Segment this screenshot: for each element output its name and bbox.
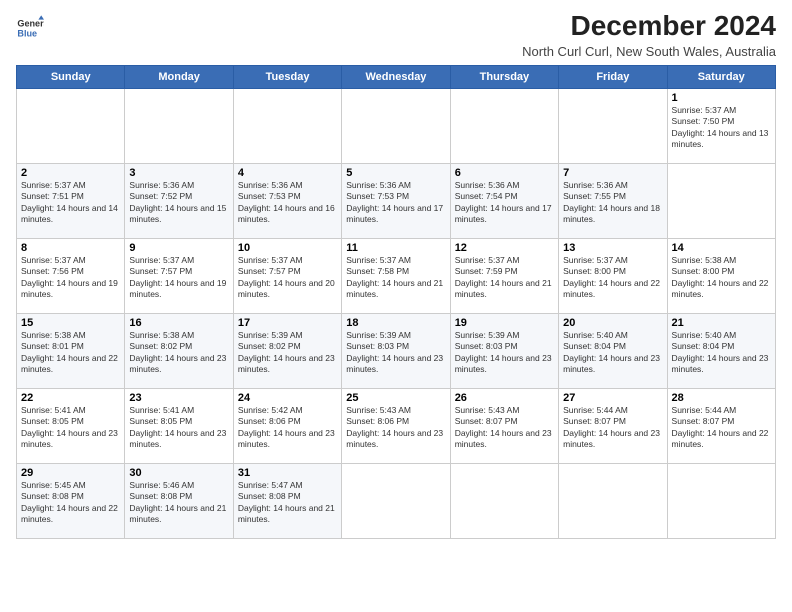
calendar-row: 15Sunrise: 5:38 AMSunset: 8:01 PMDayligh… <box>17 314 776 389</box>
calendar-cell-7: 7Sunrise: 5:36 AMSunset: 7:55 PMDaylight… <box>559 164 667 239</box>
calendar-cell-empty <box>17 89 125 164</box>
calendar-cell-30: 30Sunrise: 5:46 AMSunset: 8:08 PMDayligh… <box>125 464 233 539</box>
calendar-cell-empty <box>342 89 450 164</box>
calendar-cell-5: 5Sunrise: 5:36 AMSunset: 7:53 PMDaylight… <box>342 164 450 239</box>
calendar-cell-27: 27Sunrise: 5:44 AMSunset: 8:07 PMDayligh… <box>559 389 667 464</box>
calendar-cell-empty <box>450 89 558 164</box>
calendar-cell-8: 8Sunrise: 5:37 AMSunset: 7:56 PMDaylight… <box>17 239 125 314</box>
calendar-cell-24: 24Sunrise: 5:42 AMSunset: 8:06 PMDayligh… <box>233 389 341 464</box>
calendar-cell-25: 25Sunrise: 5:43 AMSunset: 8:06 PMDayligh… <box>342 389 450 464</box>
title-block: December 2024 North Curl Curl, New South… <box>522 10 776 59</box>
logo-icon: General Blue <box>16 14 44 42</box>
calendar-cell-17: 17Sunrise: 5:39 AMSunset: 8:02 PMDayligh… <box>233 314 341 389</box>
calendar-cell-14: 14Sunrise: 5:38 AMSunset: 8:00 PMDayligh… <box>667 239 775 314</box>
main-title: December 2024 <box>522 10 776 42</box>
calendar-row: 2Sunrise: 5:37 AMSunset: 7:51 PMDaylight… <box>17 164 776 239</box>
subtitle: North Curl Curl, New South Wales, Austra… <box>522 44 776 59</box>
col-header-wednesday: Wednesday <box>342 66 450 89</box>
calendar-cell-23: 23Sunrise: 5:41 AMSunset: 8:05 PMDayligh… <box>125 389 233 464</box>
calendar-row: 29Sunrise: 5:45 AMSunset: 8:08 PMDayligh… <box>17 464 776 539</box>
header-row: SundayMondayTuesdayWednesdayThursdayFrid… <box>17 66 776 89</box>
calendar-cell-empty <box>125 89 233 164</box>
header: General Blue General Blue December 2024 … <box>16 10 776 59</box>
calendar-cell-28: 28Sunrise: 5:44 AMSunset: 8:07 PMDayligh… <box>667 389 775 464</box>
calendar-cell-empty <box>342 464 450 539</box>
calendar-cell-19: 19Sunrise: 5:39 AMSunset: 8:03 PMDayligh… <box>450 314 558 389</box>
svg-text:Blue: Blue <box>17 28 37 38</box>
calendar-cell-15: 15Sunrise: 5:38 AMSunset: 8:01 PMDayligh… <box>17 314 125 389</box>
calendar-cell-10: 10Sunrise: 5:37 AMSunset: 7:57 PMDayligh… <box>233 239 341 314</box>
calendar-cell-18: 18Sunrise: 5:39 AMSunset: 8:03 PMDayligh… <box>342 314 450 389</box>
calendar-row: 8Sunrise: 5:37 AMSunset: 7:56 PMDaylight… <box>17 239 776 314</box>
calendar-cell-22: 22Sunrise: 5:41 AMSunset: 8:05 PMDayligh… <box>17 389 125 464</box>
svg-text:General: General <box>17 19 44 29</box>
col-header-friday: Friday <box>559 66 667 89</box>
calendar-cell-4: 4Sunrise: 5:36 AMSunset: 7:53 PMDaylight… <box>233 164 341 239</box>
calendar-cell-empty <box>450 464 558 539</box>
calendar-cell-16: 16Sunrise: 5:38 AMSunset: 8:02 PMDayligh… <box>125 314 233 389</box>
calendar-cell-20: 20Sunrise: 5:40 AMSunset: 8:04 PMDayligh… <box>559 314 667 389</box>
page: General Blue General Blue December 2024 … <box>0 0 792 612</box>
calendar-cell-21: 21Sunrise: 5:40 AMSunset: 8:04 PMDayligh… <box>667 314 775 389</box>
calendar-cell-13: 13Sunrise: 5:37 AMSunset: 8:00 PMDayligh… <box>559 239 667 314</box>
calendar-cell-2: 2Sunrise: 5:37 AMSunset: 7:51 PMDaylight… <box>17 164 125 239</box>
calendar-cell-3: 3Sunrise: 5:36 AMSunset: 7:52 PMDaylight… <box>125 164 233 239</box>
col-header-monday: Monday <box>125 66 233 89</box>
calendar-cell-29: 29Sunrise: 5:45 AMSunset: 8:08 PMDayligh… <box>17 464 125 539</box>
calendar-cell-empty <box>559 464 667 539</box>
calendar-row: 1Sunrise: 5:37 AMSunset: 7:50 PMDaylight… <box>17 89 776 164</box>
col-header-thursday: Thursday <box>450 66 558 89</box>
calendar-cell-9: 9Sunrise: 5:37 AMSunset: 7:57 PMDaylight… <box>125 239 233 314</box>
calendar-cell-empty <box>667 164 775 239</box>
calendar-cell-6: 6Sunrise: 5:36 AMSunset: 7:54 PMDaylight… <box>450 164 558 239</box>
calendar-cell-26: 26Sunrise: 5:43 AMSunset: 8:07 PMDayligh… <box>450 389 558 464</box>
calendar-cell-11: 11Sunrise: 5:37 AMSunset: 7:58 PMDayligh… <box>342 239 450 314</box>
logo: General Blue General Blue <box>16 14 48 42</box>
calendar-row: 22Sunrise: 5:41 AMSunset: 8:05 PMDayligh… <box>17 389 776 464</box>
calendar-cell-empty <box>233 89 341 164</box>
calendar-cell-1: 1Sunrise: 5:37 AMSunset: 7:50 PMDaylight… <box>667 89 775 164</box>
col-header-tuesday: Tuesday <box>233 66 341 89</box>
calendar-cell-empty <box>559 89 667 164</box>
calendar-cell-31: 31Sunrise: 5:47 AMSunset: 8:08 PMDayligh… <box>233 464 341 539</box>
calendar-cell-empty <box>667 464 775 539</box>
calendar-table: SundayMondayTuesdayWednesdayThursdayFrid… <box>16 65 776 539</box>
col-header-sunday: Sunday <box>17 66 125 89</box>
calendar-cell-12: 12Sunrise: 5:37 AMSunset: 7:59 PMDayligh… <box>450 239 558 314</box>
col-header-saturday: Saturday <box>667 66 775 89</box>
